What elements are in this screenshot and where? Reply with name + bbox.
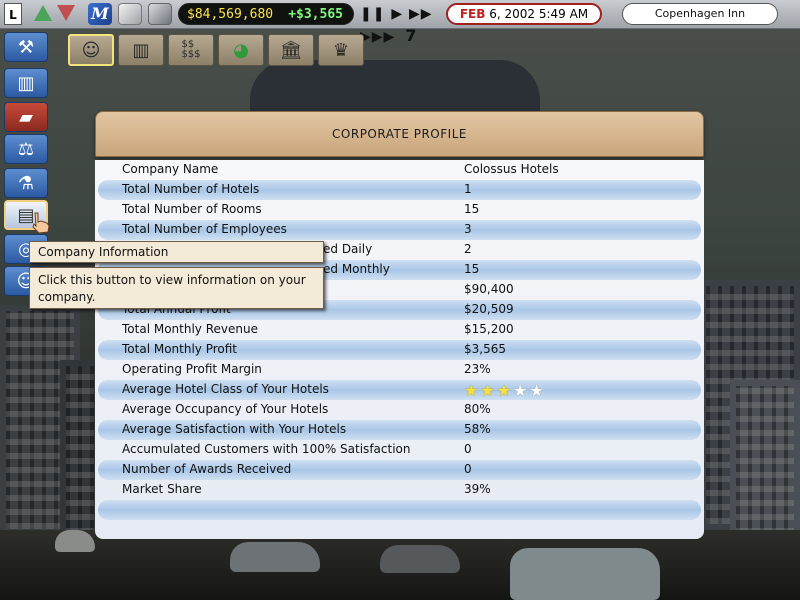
table-row: Accumulated Customers with 100% Satisfac…	[98, 440, 701, 460]
tooltip-body-text: Click this button to view information on…	[38, 273, 306, 304]
table-row: Market Share 39%	[98, 480, 701, 500]
down-arrow-icon[interactable]	[57, 5, 75, 21]
top-bar: L M $84,569,680 +$3,565 ❚❚ ▶ ▶▶ ▶▶▶ 7 FE…	[0, 0, 800, 45]
money-icon[interactable]: $$ $$$	[168, 34, 214, 66]
row-label: Average Hotel Class of Your Hotels	[122, 382, 329, 396]
corporate-profile-panel: Company Name Colossus Hotels Total Numbe…	[95, 160, 704, 539]
building-icon[interactable]	[148, 3, 172, 25]
row-label: Total Monthly Revenue	[122, 322, 258, 336]
hammer-icon[interactable]: ⚒	[4, 32, 48, 62]
row-label: Accumulated Customers with 100% Satisfac…	[122, 442, 411, 456]
row-label: ed Daily	[323, 242, 373, 256]
up-arrow-icon[interactable]	[34, 5, 52, 21]
pie-chart-icon[interactable]: ◕	[218, 34, 264, 66]
row-value: 3	[464, 222, 472, 236]
date-display: FEB 6, 2002 5:49 AM	[446, 3, 602, 25]
row-value: $90,400	[464, 282, 514, 296]
row-value: Colossus Hotels	[464, 162, 559, 176]
star-filled-icon: ★	[480, 381, 497, 400]
row-value: 58%	[464, 422, 491, 436]
speed-controls[interactable]: ❚❚ ▶ ▶▶ ▶▶▶ 7	[360, 3, 440, 45]
row-value: $20,509	[464, 302, 514, 316]
l-button[interactable]: L	[4, 3, 22, 25]
row-label: Total Number of Employees	[122, 222, 287, 236]
panel-header: CORPORATE PROFILE	[95, 111, 704, 157]
table-row: Number of Awards Received 0	[98, 460, 701, 480]
star-filled-icon: ★	[464, 381, 481, 400]
table-row: Total Monthly Revenue $15,200	[98, 320, 701, 340]
table-row: Operating Profit Margin 23%	[98, 360, 701, 380]
trophy-icon[interactable]: ♛	[318, 34, 364, 66]
row-label: Total Number of Hotels	[122, 182, 260, 196]
tooltip-title: Company Information	[29, 241, 324, 263]
finance-bar-chart-icon[interactable]: ▥	[118, 34, 164, 66]
row-label: Market Share	[122, 482, 202, 496]
table-row	[98, 500, 701, 520]
panel-title: CORPORATE PROFILE	[332, 127, 467, 141]
table-row: Average Hotel Class of Your Hotels ★★★★★	[98, 380, 701, 400]
table-row: Total Monthly Profit $3,565	[98, 340, 701, 360]
row-label: Total Number of Rooms	[122, 202, 262, 216]
speed-level: 7	[405, 26, 418, 45]
row-value: $15,200	[464, 322, 514, 336]
table-row: Company Name Colossus Hotels	[98, 160, 701, 180]
row-label: Average Occupancy of Your Hotels	[122, 402, 329, 416]
row-label: Number of Awards Received	[122, 462, 292, 476]
money-delta: +$3,565	[288, 7, 343, 22]
row-value: 15	[464, 202, 480, 216]
m-icon[interactable]: M	[88, 3, 112, 25]
row-label: Average Satisfaction with Your Hotels	[122, 422, 347, 436]
table-row: Total Number of Hotels 1	[98, 180, 701, 200]
row-label: Total Monthly Profit	[122, 342, 238, 356]
row-value: 80%	[464, 402, 491, 416]
row-value: 2	[464, 242, 472, 256]
row-label: ed Monthly	[323, 262, 390, 276]
star-empty-icon: ★	[513, 381, 530, 400]
scales-icon[interactable]: ⚖	[4, 134, 48, 164]
tooltip-body: Click this button to view information on…	[29, 267, 324, 309]
row-label: Operating Profit Margin	[122, 362, 262, 376]
book-icon[interactable]: ▰	[4, 102, 48, 132]
money-display: $84,569,680 +$3,565	[178, 3, 354, 25]
microscope-icon[interactable]: ⚗	[4, 168, 48, 198]
money-total: $84,569,680	[187, 7, 274, 22]
box-icon[interactable]	[118, 3, 142, 25]
table-row: Average Satisfaction with Your Hotels 58…	[98, 420, 701, 440]
row-value: 15	[464, 262, 480, 276]
table-row: Total Number of Rooms 15	[98, 200, 701, 220]
star-empty-icon: ★	[529, 381, 546, 400]
row-value: 23%	[464, 362, 491, 376]
row-value: 0	[464, 442, 472, 456]
bank-icon[interactable]: 🏛	[268, 34, 314, 66]
tooltip-title-text: Company Information	[38, 245, 169, 259]
hotel-class-stars: ★★★★★	[464, 381, 546, 400]
bar-chart-icon[interactable]: ▥	[4, 68, 48, 98]
staff-people-icon[interactable]: ☺	[68, 34, 114, 66]
date-month: FEB	[459, 7, 486, 21]
hotel-selector[interactable]: Copenhagen Inn	[622, 3, 778, 25]
row-value: 39%	[464, 482, 491, 496]
row-label: Company Name	[122, 162, 219, 176]
table-row: Average Occupancy of Your Hotels 80%	[98, 400, 701, 420]
star-filled-icon: ★	[496, 381, 514, 400]
date-time: 6, 2002 5:49 AM	[489, 7, 589, 21]
row-value: 1	[464, 182, 472, 196]
hand-cursor-icon	[32, 212, 50, 234]
table-row: Total Number of Employees 3	[98, 220, 701, 240]
row-value: $3,565	[464, 342, 506, 356]
row-value: 0	[464, 462, 472, 476]
